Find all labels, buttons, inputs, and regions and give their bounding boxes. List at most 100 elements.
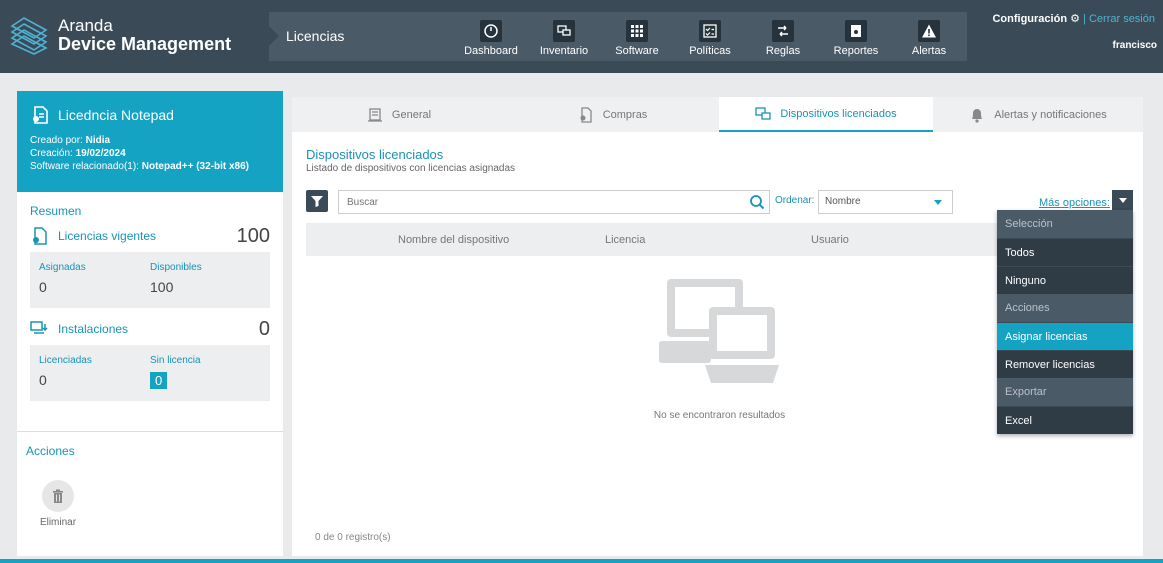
config-link[interactable]: Configuración [992, 13, 1067, 25]
tab-dispositivos[interactable]: Dispositivos licenciados [719, 97, 933, 132]
created-by-label: Creado por: [30, 135, 83, 146]
actions-heading: Acciones [26, 444, 75, 458]
nav-reportes[interactable]: Reportes [821, 20, 891, 57]
tab-label: Alertas y notificaciones [994, 108, 1107, 121]
username[interactable]: francisco [1113, 40, 1157, 51]
module-bar: Licencias Dashboard Inventario Software … [269, 12, 967, 61]
gear-icon[interactable]: ⚙ [1070, 13, 1080, 25]
devices-icon [755, 106, 772, 120]
license-title: Licedncia Notepad [58, 107, 174, 123]
license-doc-icon [33, 106, 48, 124]
nav-label: Reglas [765, 45, 801, 57]
sinlicencia-label: Sin licencia [150, 355, 201, 366]
content-subtitle: Listado de dispositivos con licencias as… [306, 163, 516, 174]
trash-icon [42, 480, 74, 512]
nav-reglas[interactable]: Reglas [748, 20, 818, 57]
menu-item-remove[interactable]: Remover licencias [997, 350, 1133, 378]
nav-label: Reportes [833, 45, 879, 57]
nav-inventario[interactable]: Inventario [529, 20, 599, 57]
tab-compras[interactable]: Compras [506, 97, 719, 132]
devices-icon [553, 20, 575, 42]
tab-label: Dispositivos licenciados [780, 107, 897, 120]
search-box [338, 190, 770, 214]
instalaciones-value: 0 [258, 317, 270, 340]
more-options-button[interactable] [1112, 190, 1133, 211]
license-sidebar: Licedncia Notepad Creado por: Nidia Crea… [17, 91, 283, 556]
header-separator: | [1083, 13, 1086, 25]
brand-line2: Device Management [58, 34, 232, 54]
nav-politicas[interactable]: Políticas [675, 20, 745, 57]
divider [17, 431, 283, 432]
aranda-logo-icon [10, 17, 48, 55]
column-header-license[interactable]: Licencia [605, 234, 645, 246]
disponibles-label: Disponibles [150, 262, 202, 273]
menu-header-export: Exportar [997, 378, 1133, 406]
delete-button[interactable]: Eliminar [38, 480, 78, 528]
menu-header-selection: Selección [997, 210, 1133, 238]
vigentes-breakdown: Asignadas 0 Disponibles 100 [30, 252, 270, 308]
rules-icon [772, 20, 794, 42]
asignadas-label: Asignadas [39, 262, 86, 273]
tab-bar: General Compras Dispositivos licenciados… [292, 97, 1143, 132]
license-card: Licedncia Notepad Creado por: Nidia Crea… [17, 91, 283, 192]
search-input[interactable] [339, 191, 739, 213]
menu-item-assign[interactable]: Asignar licencias [997, 322, 1133, 350]
nav-label: Dashboard [464, 45, 518, 57]
summary-heading: Resumen [30, 204, 82, 218]
installations-icon [30, 321, 48, 334]
order-label: Ordenar: [775, 195, 815, 206]
created-by-value: Nidia [85, 135, 111, 146]
vigentes-label: Licencias vigentes [58, 229, 157, 243]
filter-button[interactable] [306, 190, 328, 212]
column-header-device[interactable]: Nombre del dispositivo [398, 234, 509, 246]
alert-icon [918, 20, 940, 42]
menu-header-actions: Acciones [997, 294, 1133, 322]
general-icon [367, 107, 382, 122]
purchases-icon [580, 106, 592, 123]
bell-icon [972, 108, 983, 123]
brand-logo[interactable]: Aranda Device Management [8, 14, 231, 56]
instalaciones-label: Instalaciones [58, 322, 129, 336]
software-label: Software relacionado(1): [30, 161, 139, 172]
menu-item-all[interactable]: Todos [997, 238, 1133, 266]
nav-dashboard[interactable]: Dashboard [456, 20, 526, 57]
menu-item-excel[interactable]: Excel [997, 406, 1133, 434]
nav-alertas[interactable]: Alertas [894, 20, 964, 57]
filter-icon [311, 196, 323, 207]
delete-label: Eliminar [39, 517, 77, 528]
tab-alertas[interactable]: Alertas y notificaciones [933, 97, 1143, 132]
asignadas-value: 0 [39, 279, 47, 295]
order-select[interactable]: Nombre [818, 190, 953, 214]
logout-link[interactable]: Cerrar sesión [1089, 13, 1155, 25]
bottom-accent-bar [0, 559, 1163, 563]
checklist-icon [699, 20, 721, 42]
summary-section: Resumen Licencias vigentes 100 Asignadas… [17, 192, 283, 401]
sinlicencia-value[interactable]: 0 [150, 372, 168, 389]
license-doc-icon [33, 227, 47, 245]
gauge-icon [480, 20, 502, 42]
tab-label: Compras [602, 108, 648, 121]
nav-label: Software [615, 45, 659, 57]
licenciadas-value: 0 [39, 372, 47, 388]
tab-general[interactable]: General [292, 97, 506, 132]
order-value: Nombre [825, 196, 861, 207]
report-icon [845, 20, 867, 42]
empty-devices-icon [659, 279, 779, 383]
top-header: Aranda Device Management Licencias Dashb… [0, 0, 1163, 73]
nav-label: Inventario [539, 45, 589, 57]
brand-line1: Aranda [58, 16, 113, 35]
module-title: Licencias [286, 28, 345, 44]
created-value: 19/02/2024 [75, 148, 126, 159]
nav-software[interactable]: Software [602, 20, 672, 57]
more-options-label[interactable]: Más opciones: [1039, 197, 1110, 209]
software-value: Notepad++ (32-bit x86) [141, 161, 249, 172]
licenciadas-label: Licenciadas [39, 355, 92, 366]
instalaciones-breakdown: Licenciadas 0 Sin licencia 0 [30, 345, 270, 401]
menu-item-none[interactable]: Ninguno [997, 266, 1133, 294]
more-options-menu: Selección Todos Ninguno Acciones Asignar… [997, 210, 1133, 434]
column-header-user[interactable]: Usuario [811, 234, 849, 246]
disponibles-value: 100 [150, 279, 174, 295]
header-right-links: Configuración ⚙ | Cerrar sesión [992, 12, 1155, 25]
nav-label: Políticas [689, 45, 731, 57]
search-icon[interactable] [749, 194, 765, 210]
